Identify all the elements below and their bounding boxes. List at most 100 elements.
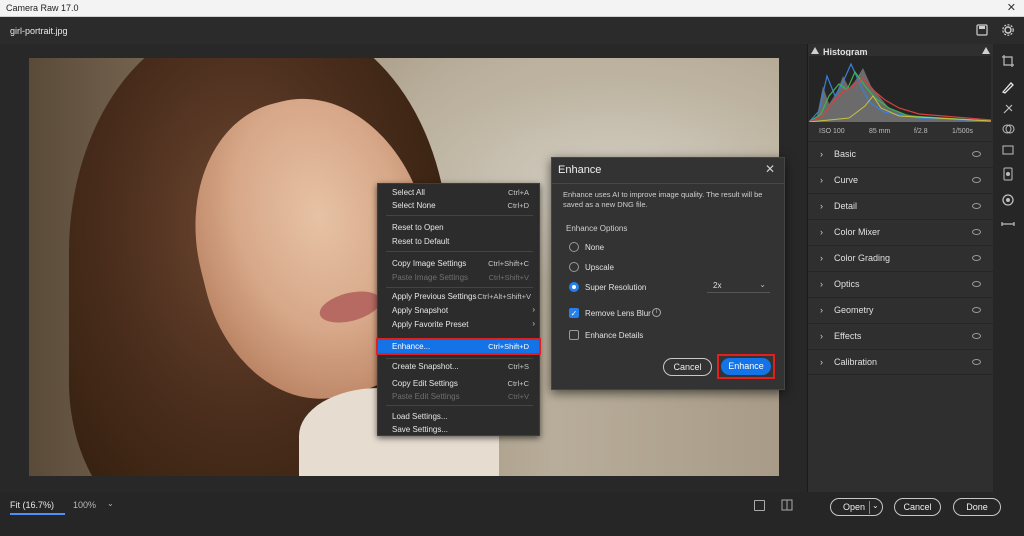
scale-select[interactable]: 2x ⌄	[707, 279, 770, 293]
scale-select-value: 2x	[713, 281, 722, 290]
menu-item-load-settings[interactable]: Load Settings...	[378, 410, 539, 423]
zoom-100-button[interactable]: 100%	[73, 500, 96, 510]
menu-item-label: Create Snapshot...	[392, 362, 459, 371]
panel-section-basic[interactable]: › Basic	[808, 141, 993, 167]
open-button-divider	[869, 501, 870, 514]
visibility-eye-icon[interactable]	[972, 229, 981, 235]
chevron-right-icon: ›	[820, 305, 823, 315]
panel-section-calibration[interactable]: › Calibration	[808, 349, 993, 375]
radio-super-resolution[interactable]	[569, 282, 579, 292]
section-label: Curve	[834, 175, 859, 185]
visibility-eye-icon[interactable]	[972, 177, 981, 183]
menu-item-apply-previous-settings[interactable]: Apply Previous Settings Ctrl+Alt+Shift+V	[378, 290, 539, 303]
menu-item-label: Paste Image Settings	[392, 273, 469, 282]
visibility-eye-icon[interactable]	[972, 359, 981, 365]
save-icon[interactable]	[976, 24, 988, 36]
menu-item-label: Load Settings...	[392, 412, 448, 421]
crop-tool-icon[interactable]	[1001, 54, 1015, 68]
chevron-right-icon: ›	[820, 175, 823, 185]
dialog-description: Enhance uses AI to improve image quality…	[563, 190, 763, 209]
panel-section-geometry[interactable]: › Geometry	[808, 297, 993, 323]
dialog-cancel-button[interactable]: Cancel	[663, 358, 712, 376]
document-filename: girl-portrait.jpg	[10, 26, 68, 36]
exif-focal-length: 85 mm	[869, 128, 891, 135]
menu-item-apply-favorite-preset[interactable]: Apply Favorite Preset ›	[378, 318, 539, 331]
zoom-dropdown-chevron-icon[interactable]: ⌄	[107, 499, 114, 508]
zoom-fit-active-indicator	[10, 513, 65, 515]
section-label: Basic	[834, 149, 857, 159]
more-tools-icon[interactable]	[1001, 217, 1015, 231]
submenu-arrow-icon: ›	[532, 319, 535, 328]
radio-none[interactable]	[569, 242, 579, 252]
done-button[interactable]: Done	[953, 498, 1001, 516]
menu-separator	[386, 251, 533, 252]
zoom-fit-button[interactable]: Fit (16.7%)	[10, 500, 54, 510]
masking-icon[interactable]	[1001, 122, 1015, 136]
visibility-eye-icon[interactable]	[972, 307, 981, 313]
histogram-chart	[809, 56, 991, 122]
radio-super-resolution-label: Super Resolution	[585, 283, 647, 292]
remove-lens-blur-label: Remove Lens Blur	[585, 309, 651, 318]
section-label: Calibration	[834, 357, 878, 367]
section-label: Geometry	[834, 305, 874, 315]
menu-item-apply-snapshot[interactable]: Apply Snapshot ›	[378, 304, 539, 317]
healing-icon[interactable]	[1001, 102, 1015, 116]
menu-item-shortcut: Ctrl+A	[507, 188, 529, 197]
panel-section-detail[interactable]: › Detail	[808, 193, 993, 219]
menu-separator	[386, 358, 533, 359]
menu-item-create-snapshot[interactable]: Create Snapshot... Ctrl+S	[378, 360, 539, 373]
dialog-title: Enhance	[558, 164, 602, 176]
section-label: Color Grading	[834, 253, 891, 263]
menu-item-reset-to-default[interactable]: Reset to Default	[378, 235, 539, 248]
menu-item-select-all[interactable]: Select All Ctrl+A	[378, 186, 539, 199]
menu-item-enhance[interactable]: Enhance... Ctrl+Shift+D	[376, 338, 541, 355]
enhance-details-checkbox[interactable]	[569, 330, 579, 340]
menu-item-shortcut: Ctrl+V	[507, 392, 529, 401]
chevron-right-icon: ›	[820, 227, 823, 237]
menu-item-save-settings[interactable]: Save Settings...	[378, 423, 539, 436]
radio-upscale[interactable]	[569, 262, 579, 272]
open-options-chevron-icon[interactable]: ⌄	[872, 501, 879, 510]
document-header: girl-portrait.jpg	[0, 17, 1024, 44]
cancel-button[interactable]: Cancel	[894, 498, 941, 516]
section-label: Effects	[834, 331, 862, 341]
menu-item-shortcut: Ctrl+Shift+D	[488, 342, 529, 351]
panel-section-color-mixer[interactable]: › Color Mixer	[808, 219, 993, 245]
shadow-clipping-icon[interactable]	[811, 47, 819, 54]
dialog-close-icon[interactable]: ✕	[765, 162, 775, 176]
panel-section-effects[interactable]: › Effects	[808, 323, 993, 349]
menu-item-copy-image-settings[interactable]: Copy Image Settings Ctrl+Shift+C	[378, 257, 539, 270]
before-after-icon[interactable]	[781, 499, 793, 511]
menu-item-label: Select All	[392, 188, 425, 197]
panel-section-color-grading[interactable]: › Color Grading	[808, 245, 993, 271]
menu-item-shortcut: Ctrl+Alt+Shift+V	[477, 292, 531, 301]
remove-lens-blur-checkbox[interactable]: ✓	[569, 308, 579, 318]
settings-gear-icon[interactable]	[1002, 24, 1014, 36]
menu-item-copy-edit-settings[interactable]: Copy Edit Settings Ctrl+C	[378, 377, 539, 390]
visibility-eye-icon[interactable]	[972, 333, 981, 339]
window-close-icon[interactable]: ✕	[1007, 1, 1016, 14]
panel-section-curve[interactable]: › Curve	[808, 167, 993, 193]
panel-section-optics[interactable]: › Optics	[808, 271, 993, 297]
edit-brush-icon[interactable]	[1001, 80, 1015, 94]
visibility-eye-icon[interactable]	[972, 281, 981, 287]
context-menu: Select All Ctrl+A Select None Ctrl+D Reset…	[376, 183, 541, 436]
presets-icon[interactable]	[1001, 167, 1015, 181]
red-eye-icon[interactable]	[1001, 143, 1015, 157]
chevron-down-icon: ⌄	[759, 280, 766, 289]
dialog-enhance-button[interactable]: Enhance	[721, 358, 771, 375]
open-button[interactable]: Open ⌄	[830, 498, 883, 516]
fullscreen-icon[interactable]	[754, 500, 765, 511]
menu-item-label: Apply Previous Settings	[392, 292, 477, 301]
visibility-eye-icon[interactable]	[972, 151, 981, 157]
menu-item-shortcut: Ctrl+C	[507, 379, 529, 388]
enhance-options-label: Enhance Options	[566, 224, 628, 233]
info-icon[interactable]: i	[652, 308, 661, 317]
visibility-eye-icon[interactable]	[972, 255, 981, 261]
snapshots-icon[interactable]	[1001, 193, 1015, 207]
menu-item-select-none[interactable]: Select None Ctrl+D	[378, 199, 539, 212]
menu-item-reset-to-open[interactable]: Reset to Open	[378, 221, 539, 234]
visibility-eye-icon[interactable]	[972, 203, 981, 209]
highlight-clipping-icon[interactable]	[982, 47, 990, 54]
exif-aperture: f/2.8	[914, 128, 928, 135]
